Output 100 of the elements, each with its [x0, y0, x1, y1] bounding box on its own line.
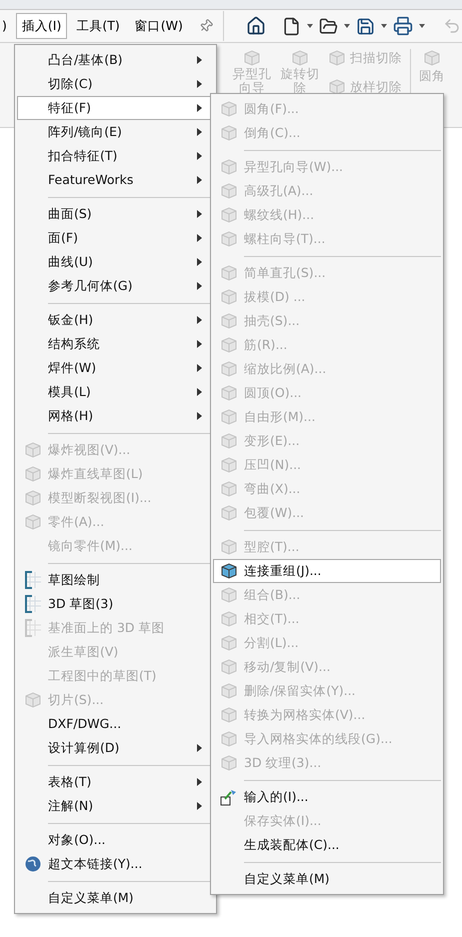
cube-icon [220, 538, 238, 556]
menu-item-label: 零件(A)... [48, 512, 106, 531]
menu-item[interactable]: 表格(T) [17, 770, 214, 794]
menu-bar-item[interactable]: 插入(I) [16, 13, 68, 39]
menu-item-label: 组合(B)... [244, 586, 302, 604]
menu-item-label: 超文本链接(Y)... [48, 854, 144, 873]
menu-item-label: 弯曲(X)... [244, 480, 302, 498]
menu-item-label: 抽壳(S)... [244, 312, 301, 330]
menu-bar-item[interactable]: 窗口(W) [128, 13, 189, 39]
menu-item-label: 自由形(M)... [244, 408, 316, 426]
menu-item-label: 对象(O)... [48, 830, 107, 849]
menu-item[interactable]: 扣合特征(T) [17, 144, 214, 168]
cube-icon [220, 682, 238, 700]
menu-item-label: 导入网格实体的线段(G)... [244, 730, 394, 748]
sketch-grid-icon [24, 619, 42, 637]
menu-item[interactable]: 曲面(S) [17, 202, 214, 226]
menu-bar-item[interactable]: ) [0, 13, 13, 39]
cube-icon [24, 489, 42, 507]
menu-item[interactable]: 阵列/镜向(E) [17, 120, 214, 144]
menu-item-label: 特征(F) [48, 98, 92, 117]
cube-icon [291, 49, 309, 67]
menu-item[interactable]: 3D 草图(3) [17, 592, 214, 616]
cube-icon [220, 360, 238, 378]
ribbon-label[interactable]: 扫描切除 [350, 49, 402, 68]
menu-item-label: 模型断裂视图(I)... [48, 488, 152, 507]
cube-icon [220, 408, 238, 426]
menu-item-label: 圆角(F)... [244, 100, 300, 118]
caret-icon[interactable] [306, 24, 313, 28]
menu-item-label: 压凹(N)... [244, 456, 302, 474]
menu-item[interactable]: 曲线(U) [17, 250, 214, 274]
cube-icon [220, 730, 238, 748]
ribbon-label[interactable]: 圆角 [419, 67, 445, 86]
menu-item-label: 高级孔(A)... [244, 182, 314, 200]
menu-item[interactable]: 自定义菜单(M) [17, 886, 214, 910]
menu-item-label: 切片(S)... [48, 690, 105, 709]
menu-item-label: 包覆(W)... [244, 504, 306, 522]
menu-bar-item[interactable]: 工具(T) [70, 13, 126, 39]
menu-item-label: 螺柱向导(T)... [244, 230, 326, 248]
menu-item[interactable]: 模具(L) [17, 380, 214, 404]
cube-icon [220, 158, 238, 176]
ribbon-label[interactable]: 异型孔向导 [232, 67, 272, 95]
menu-item[interactable]: 草图绘制 [17, 568, 214, 592]
menu-item[interactable]: 生成装配体(C)... [213, 833, 441, 857]
menu-item-label: 参考几何体(G) [48, 276, 134, 295]
menu-item[interactable]: 焊件(W) [17, 356, 214, 380]
ribbon-label[interactable]: 放样切除 [350, 78, 402, 96]
menu-item[interactable]: 连接重组(J)... [213, 559, 441, 583]
cube-icon [220, 288, 238, 306]
menu-item-label: 结构系统 [48, 334, 101, 353]
menu-item[interactable]: 凸台/基体(B) [17, 48, 214, 72]
menu-item[interactable]: 设计算例(D) [17, 736, 214, 760]
home-icon[interactable] [246, 16, 266, 36]
open-folder-icon[interactable] [318, 16, 338, 36]
cube-icon [328, 49, 346, 68]
menu-item-label: DXF/DWG... [48, 714, 122, 733]
menu-item[interactable]: 参考几何体(G) [17, 274, 214, 298]
menu-item-label: 输入的(I)... [244, 788, 310, 806]
cube-icon [220, 706, 238, 724]
menu-item-label: 基准面上的 3D 草图 [48, 618, 166, 637]
menu-item-label: 自定义菜单(M) [244, 870, 331, 888]
cube-icon [220, 504, 238, 522]
menu-item-label: 焊件(W) [48, 358, 98, 377]
cube-icon [220, 480, 238, 498]
menu-item-label: 3D 纹理(3)... [244, 754, 322, 772]
new-file-icon[interactable] [282, 16, 301, 36]
menu-item-label: 拔模(D) ... [244, 288, 306, 306]
menu-item-label: 保存实体(I)... [244, 812, 322, 830]
caret-icon[interactable] [418, 24, 425, 28]
menu-item[interactable]: 结构系统 [17, 332, 214, 356]
ribbon-label[interactable]: 旋转切除 [280, 67, 320, 95]
menu-item-label: 注解(N) [48, 796, 94, 815]
cube-icon [220, 432, 238, 450]
import-icon [220, 788, 238, 806]
caret-icon[interactable] [344, 24, 350, 28]
menu-item-label: 切除(C) [48, 74, 94, 93]
menu-item[interactable]: DXF/DWG... [17, 712, 214, 736]
menu-item[interactable]: 面(F) [17, 226, 214, 250]
caret-icon[interactable] [380, 24, 387, 28]
menu-item[interactable]: 对象(O)... [17, 828, 214, 852]
save-icon[interactable] [356, 16, 375, 36]
menu-item-label: 表格(T) [48, 772, 92, 791]
menu-item[interactable]: 注解(N) [17, 794, 214, 818]
menu-item[interactable]: FeatureWorks [17, 168, 214, 192]
cube-icon [220, 586, 238, 604]
cube-icon [220, 754, 238, 772]
menu-item[interactable]: 钣金(H) [17, 308, 214, 332]
menu-item[interactable]: 切除(C) [17, 72, 214, 96]
menu-item-label: 筋(R)... [244, 336, 288, 354]
print-icon[interactable] [392, 16, 413, 36]
menu-item-label: FeatureWorks [48, 170, 134, 189]
cube-icon [220, 182, 238, 200]
menu-item[interactable]: 自定义菜单(M) [213, 867, 441, 891]
cube-icon [220, 658, 238, 676]
menu-item[interactable]: 超文本链接(Y)... [17, 852, 214, 876]
cube-icon [423, 49, 441, 67]
menu-item[interactable]: 输入的(I)... [213, 785, 441, 809]
menu-item-label: 移动/复制(V)... [244, 658, 332, 676]
menu-item-label: 相交(T)... [244, 610, 300, 628]
menu-item-label: 异型孔向导(W)... [244, 158, 344, 176]
menu-item[interactable]: 网格(H) [17, 404, 214, 428]
